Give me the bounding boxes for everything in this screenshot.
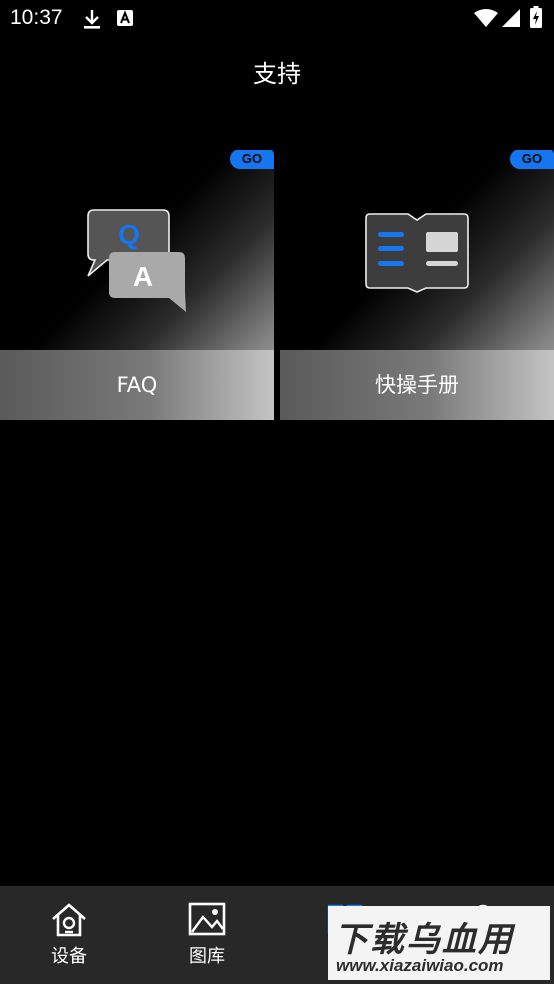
gallery-icon xyxy=(188,902,226,940)
battery-charging-icon xyxy=(530,6,542,32)
manual-card-label: 快操手册 xyxy=(375,373,459,397)
faq-card-footer: FAQ xyxy=(0,350,274,420)
watermark-sub: www.xiazaiwiao.com xyxy=(336,956,504,975)
watermark: 下载乌血用 www.xiazaiwiao.com xyxy=(328,906,550,980)
nav-item-device[interactable]: 设备 xyxy=(0,886,138,984)
go-badge: GO xyxy=(230,150,274,169)
nav-label-device: 设备 xyxy=(51,946,87,967)
nav-item-gallery[interactable]: 图库 xyxy=(138,886,276,984)
manual-card[interactable]: GO 快操手册 xyxy=(280,150,554,420)
download-icon xyxy=(82,8,102,34)
faq-card[interactable]: GO Q A FAQ xyxy=(0,150,274,420)
cell-signal-icon xyxy=(502,9,520,31)
wifi-icon xyxy=(474,9,498,31)
go-badge: GO xyxy=(510,150,554,169)
status-bar: 10:37 xyxy=(0,0,554,36)
watermark-main: 下载乌血用 xyxy=(334,920,514,960)
q-letter: Q xyxy=(118,219,140,250)
faq-qa-icon: Q A xyxy=(85,208,189,318)
a-letter: A xyxy=(133,261,153,292)
faq-card-label: FAQ xyxy=(116,373,158,397)
page-title: 支持 xyxy=(253,60,301,88)
nav-label-gallery: 图库 xyxy=(189,946,225,967)
a-notification-icon xyxy=(116,9,134,31)
home-device-icon xyxy=(50,902,88,942)
manual-book-icon xyxy=(364,212,470,298)
manual-card-footer: 快操手册 xyxy=(280,350,554,420)
status-time: 10:37 xyxy=(10,6,63,29)
app-header: 支持 xyxy=(0,50,554,98)
